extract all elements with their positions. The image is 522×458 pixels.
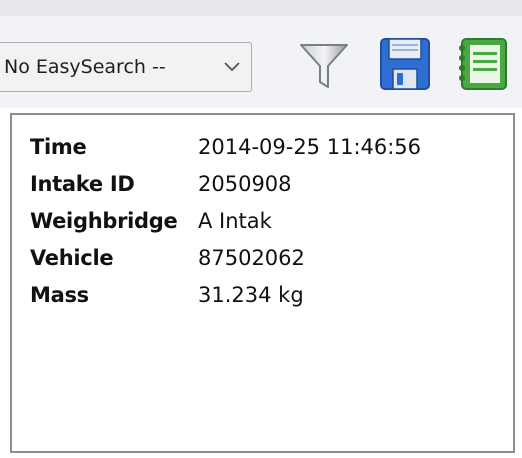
detail-value: 2050908 xyxy=(198,172,292,196)
detail-label: Weighbridge xyxy=(30,209,178,233)
detail-value: 87502062 xyxy=(198,246,305,270)
detail-label: Intake ID xyxy=(30,172,135,196)
save-icon[interactable] xyxy=(378,36,432,92)
easysearch-selected-value: No EasySearch -- xyxy=(4,56,166,78)
detail-value: 2014-09-25 11:46:56 xyxy=(198,135,422,159)
filter-icon[interactable] xyxy=(298,40,350,92)
toolbar: No EasySearch -- xyxy=(0,0,522,108)
easysearch-dropdown[interactable]: No EasySearch -- xyxy=(0,42,252,92)
detail-label: Mass xyxy=(30,283,89,307)
details-panel: Time 2014-09-25 11:46:56 Intake ID 20509… xyxy=(10,113,515,453)
detail-label: Time xyxy=(30,135,87,159)
chevron-down-icon xyxy=(224,62,240,72)
detail-value: A Intak xyxy=(198,209,272,233)
detail-value: 31.234 kg xyxy=(198,283,304,307)
detail-label: Vehicle xyxy=(30,246,114,270)
notebook-icon[interactable] xyxy=(456,36,510,92)
